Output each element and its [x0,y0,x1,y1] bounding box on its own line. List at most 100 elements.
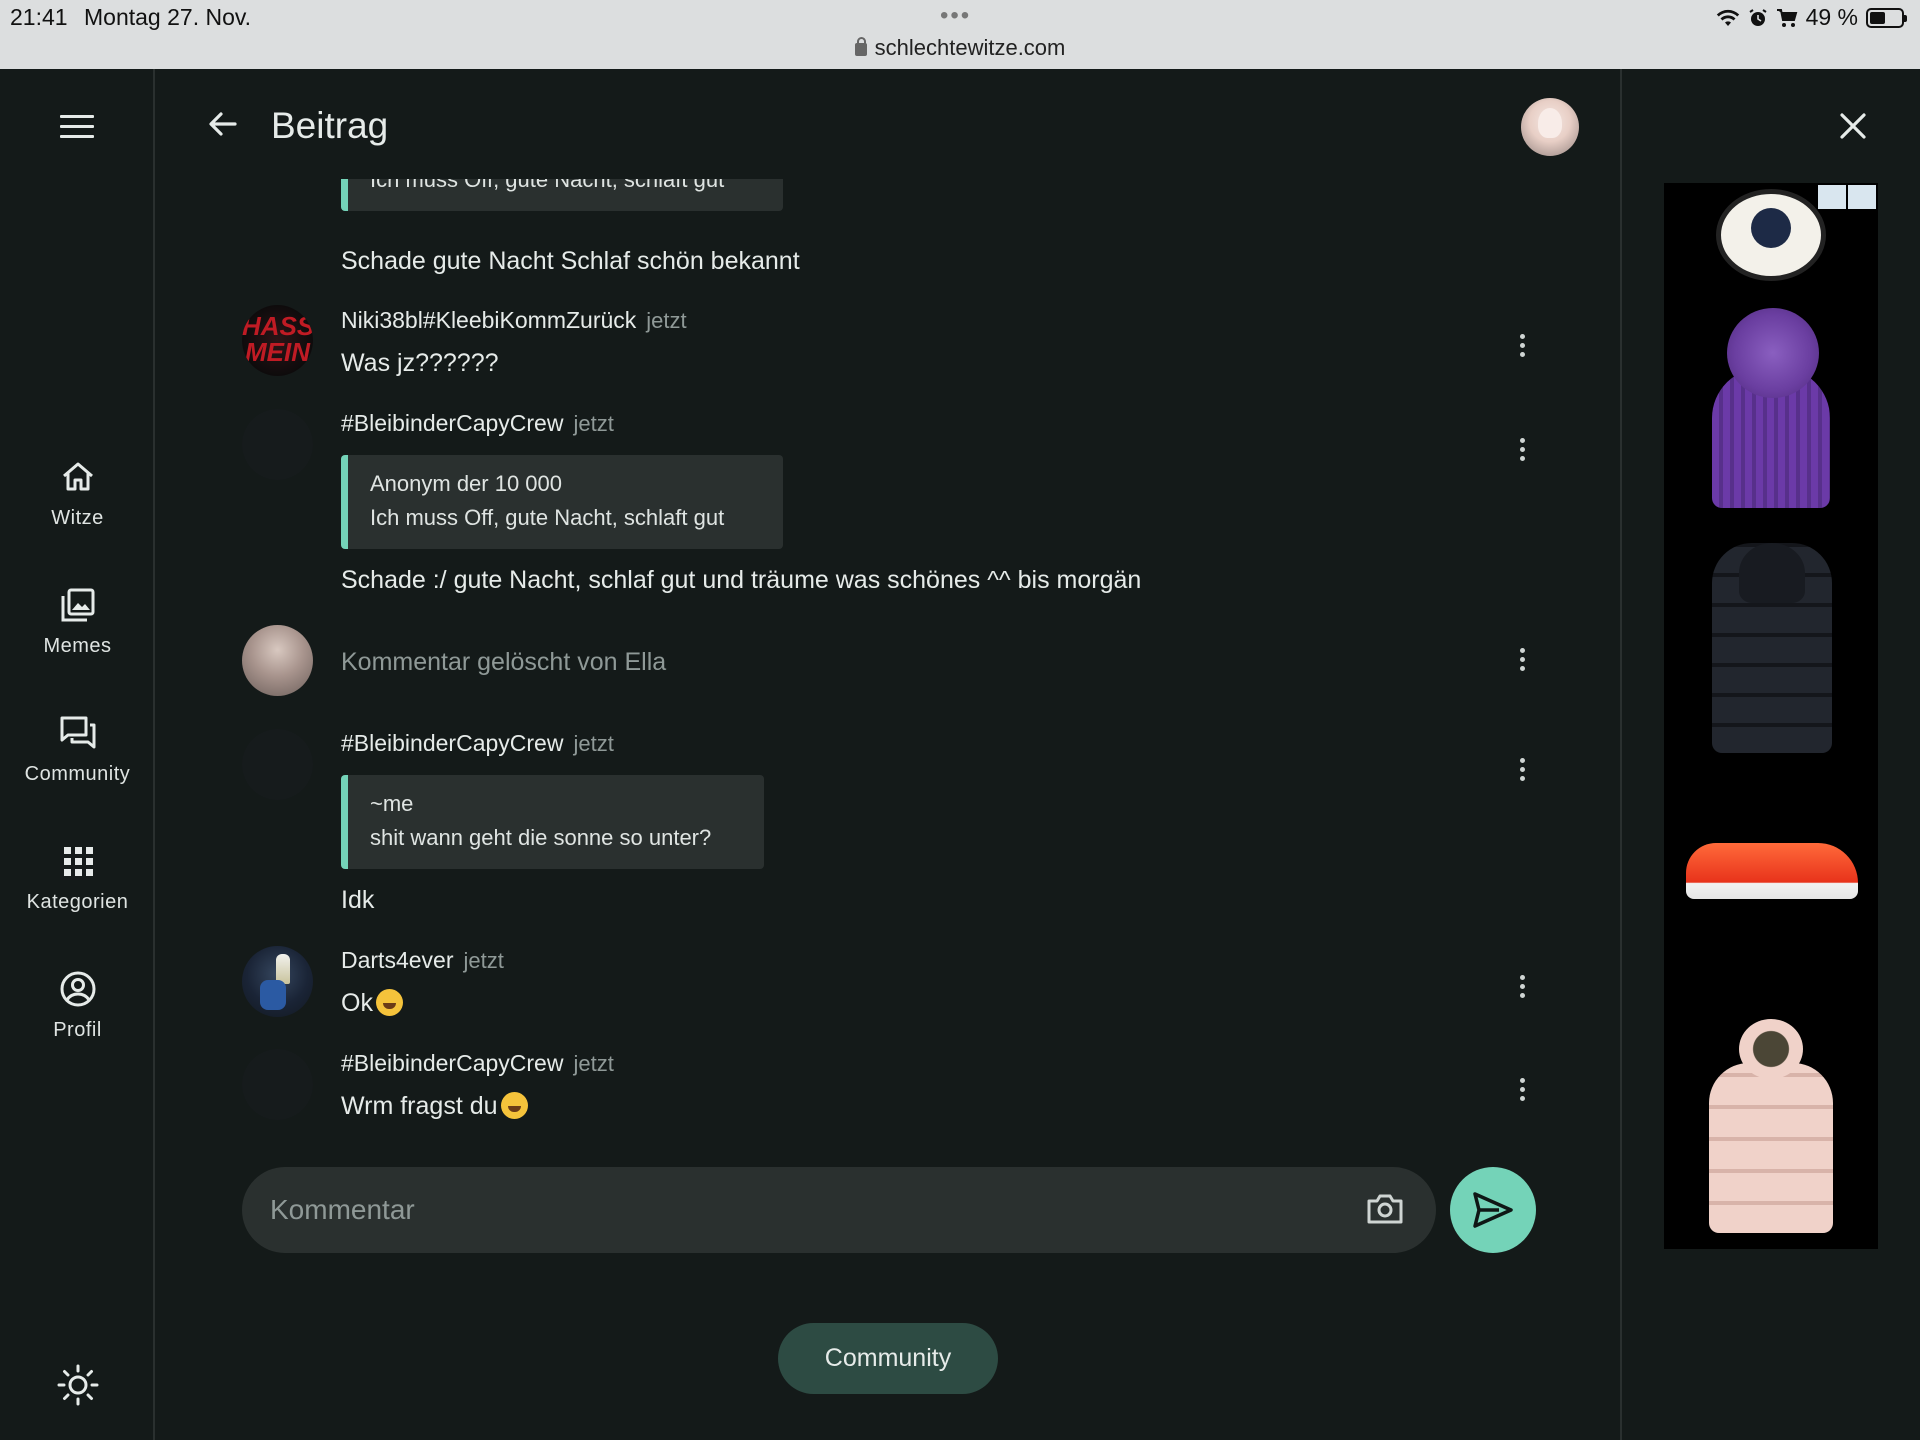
avatar[interactable] [242,1049,313,1120]
post-panel: Beitrag Ich muss Off, gute Nacht, schlaf… [157,69,1622,1440]
camera-icon[interactable] [1366,1192,1404,1226]
comment-quote: ~me shit wann geht die sonne so unter? [341,775,764,869]
send-icon [1473,1192,1513,1228]
comment-time: jetzt [573,731,614,756]
images-icon [61,588,94,622]
sidebar: Witze Memes Community Kategorien Profil [0,69,155,1440]
sidebar-item-witze[interactable]: Witze [0,457,155,530]
comment-list: Ich muss Off, gute Nacht, schlaft gut Sc… [157,179,1620,1179]
sidebar-item-label: Profil [53,1019,102,1041]
ad-panel [1624,69,1920,1440]
author-name: #BleibinderCapyCrew [341,410,564,436]
comment-time: jetzt [573,411,614,436]
sweat-smile-emoji-icon [375,989,403,1016]
comment-quote: Ich muss Off, gute Nacht, schlaft gut [341,179,783,211]
more-options-icon[interactable] [1515,438,1529,464]
comment-text: Schade gute Nacht Schlaf schön bekannt [341,247,800,275]
comment-text-value: Wrm fragst du [341,1092,498,1120]
ad-choices-icon[interactable] [1818,185,1846,209]
author-name: Darts4ever [341,947,454,973]
advertisement[interactable] [1664,183,1878,1249]
back-arrow-icon[interactable] [205,106,241,142]
avatar[interactable] [242,946,313,1017]
page-title: Beitrag [271,105,389,146]
quote-text: Ich muss Off, gute Nacht, schlaft gut [370,505,725,530]
author-name: #BleibinderCapyCrew [341,730,564,756]
sidebar-item-memes[interactable]: Memes [0,585,155,658]
cart-icon [1776,8,1797,27]
more-options-icon[interactable] [1515,334,1529,360]
more-options-icon[interactable] [1515,648,1529,674]
avatar[interactable] [242,409,313,480]
comment-author[interactable]: #BleibinderCapyCrew jetzt [341,410,614,437]
status-indicators: 49 % [1716,4,1907,31]
comment-author[interactable]: Darts4ever jetzt [341,947,504,974]
battery-icon [1866,7,1907,28]
post-header: Beitrag [157,69,1620,179]
sidebar-item-label: Kategorien [26,891,129,913]
comment-author[interactable]: #BleibinderCapyCrew jetzt [341,730,614,757]
send-button[interactable] [1450,1167,1536,1253]
url-text: schlechtewitze.com [874,35,1066,60]
comment-time: jetzt [463,948,504,973]
more-options-icon[interactable] [1515,975,1529,1001]
comment-input[interactable] [270,1167,1350,1253]
lock-icon [854,37,867,56]
sidebar-item-label: Witze [51,507,104,529]
ad-badge [1818,185,1876,209]
menu-icon[interactable] [60,115,94,139]
browser-dots[interactable]: ••• [940,2,971,30]
avatar[interactable]: HASS MEIN [242,305,313,376]
deleted-comment-text: Kommentar gelöscht von Ella [341,648,667,676]
comment-text: Idk [341,886,375,914]
address-bar[interactable]: schlechtewitze.com [0,35,1920,61]
sidebar-item-community[interactable]: Community [0,713,155,786]
account-circle-icon [60,971,95,1007]
comment-author[interactable]: Niki38bl#KleebiKommZurück jetzt [341,307,687,334]
quote-author: ~me [370,791,414,816]
comment-composer [242,1167,1436,1253]
wifi-icon [1716,9,1739,26]
close-icon[interactable] [1838,111,1868,141]
sun-icon[interactable] [56,1363,100,1407]
comment-text-value: Ok [341,989,373,1017]
quote-text: shit wann geht die sonne so unter? [370,825,712,850]
quote-author: Anonym der 10 000 [370,471,563,496]
avatar-text: HASS MEIN [242,311,313,367]
status-bar: 21:41 Montag 27. Nov. ••• schlechtewitze… [0,0,1920,69]
comment-text: Schade :/ gute Nacht, schlaf gut und trä… [341,566,1142,594]
brand-logo [1716,189,1826,281]
author-name: #BleibinderCapyCrew [341,1050,564,1076]
battery-percent: 49 % [1805,4,1858,30]
quote-text: Ich muss Off, gute Nacht, schlaft gut [370,179,725,192]
sidebar-item-label: Community [24,763,131,785]
alarm-icon [1749,8,1767,26]
sidebar-item-label: Memes [43,635,112,657]
community-button[interactable]: Community [778,1323,998,1394]
crying-face-emoji-icon [500,1092,528,1119]
author-name: Niki38bl#KleebiKommZurück [341,307,637,333]
user-avatar[interactable] [1521,98,1579,156]
comment-text: Was jz?????? [341,349,499,377]
product-sneaker-image [1686,843,1858,899]
forum-icon [60,716,95,749]
comment-text: Ok [341,989,403,1018]
pink-jacket-hood-image [1739,1019,1803,1079]
comment-time: jetzt [646,308,687,333]
comment-author[interactable]: #BleibinderCapyCrew jetzt [341,1050,614,1077]
comment-quote: Anonym der 10 000 Ich muss Off, gute Nac… [341,455,783,549]
grid-icon [63,847,93,876]
avatar[interactable] [242,625,313,696]
more-options-icon[interactable] [1515,758,1529,784]
comment-time: jetzt [573,1051,614,1076]
status-time: 21:41 [10,4,68,30]
avatar[interactable] [242,729,313,800]
comment-text: Wrm fragst du [341,1092,528,1121]
beanie-pom-image [1727,308,1819,398]
sidebar-item-profil[interactable]: Profil [0,969,155,1042]
ad-close-icon[interactable] [1848,185,1876,209]
jacket-hood-image [1739,543,1805,603]
sidebar-item-kategorien[interactable]: Kategorien [0,841,155,914]
more-options-icon[interactable] [1515,1078,1529,1104]
home-icon [62,462,93,491]
